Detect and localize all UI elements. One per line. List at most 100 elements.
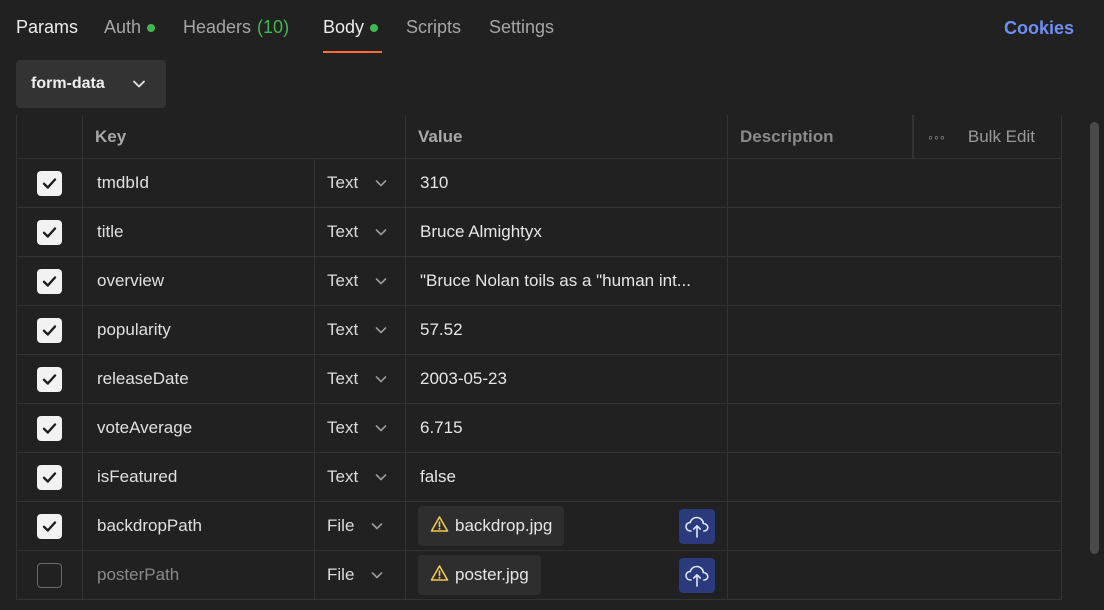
body-mode-label: form-data	[31, 75, 105, 92]
value-text: 6.715	[420, 418, 463, 437]
row-checkbox-cell	[16, 404, 83, 452]
type-dropdown[interactable]: Text	[315, 404, 406, 452]
row-checkbox-cell	[16, 502, 83, 550]
tab-settings[interactable]: Settings	[489, 17, 554, 38]
description-cell[interactable]	[728, 355, 1062, 403]
upload-file-button[interactable]	[679, 509, 715, 544]
file-chip[interactable]: backdrop.jpg	[418, 506, 565, 546]
value-cell[interactable]: "Bruce Nolan toils as a "human int...	[406, 257, 728, 305]
checkmark-icon	[41, 371, 58, 388]
bulk-edit-button[interactable]: ◦◦◦ Bulk Edit	[913, 115, 1062, 158]
row-checkbox[interactable]	[37, 170, 62, 196]
upload-file-button[interactable]	[679, 558, 715, 593]
description-cell[interactable]	[728, 453, 1062, 501]
cloud-upload-icon	[684, 564, 710, 588]
row-checkbox[interactable]	[37, 219, 62, 245]
key-cell[interactable]: backdropPath	[83, 502, 315, 550]
key-cell[interactable]: isFeatured	[83, 453, 315, 501]
type-label: Text	[327, 320, 359, 339]
value-cell[interactable]: 57.52	[406, 306, 728, 354]
bulk-edit-label: Bulk Edit	[967, 126, 1035, 146]
chevron-down-icon	[374, 225, 388, 239]
description-cell[interactable]	[728, 306, 1062, 354]
value-text: 310	[420, 173, 449, 192]
tab-auth[interactable]: Auth	[104, 17, 156, 38]
vertical-scrollbar[interactable]	[1090, 122, 1099, 554]
checkmark-icon	[41, 224, 58, 241]
key-cell[interactable]: voteAverage	[83, 404, 315, 452]
table-row: posterPath File poster.jpg	[16, 551, 1062, 600]
chevron-down-icon	[374, 274, 388, 288]
type-dropdown[interactable]: File	[315, 551, 406, 599]
tab-params[interactable]: Params	[16, 17, 78, 38]
headers-count: (10)	[257, 17, 290, 37]
key-cell[interactable]: releaseDate	[83, 355, 315, 403]
value-cell[interactable]: false	[406, 453, 728, 501]
type-label: Text	[327, 467, 359, 486]
row-checkbox[interactable]	[37, 268, 62, 294]
description-cell[interactable]	[728, 551, 1062, 599]
description-cell[interactable]	[728, 502, 1062, 550]
key-cell[interactable]: posterPath	[83, 551, 315, 599]
tab-scripts[interactable]: Scripts	[406, 17, 461, 38]
key-cell[interactable]: tmdbId	[83, 159, 315, 207]
tab-headers[interactable]: Headers (10)	[183, 17, 289, 38]
auth-status-dot	[147, 23, 156, 32]
row-checkbox[interactable]	[37, 464, 62, 490]
value-text: 57.52	[420, 320, 463, 339]
checkmark-icon	[41, 273, 58, 290]
type-label: Text	[327, 173, 359, 192]
row-checkbox-cell	[16, 159, 83, 207]
row-checkbox[interactable]	[37, 366, 62, 392]
type-label: Text	[327, 369, 359, 388]
key-cell[interactable]: title	[83, 208, 315, 256]
row-checkbox[interactable]	[37, 415, 62, 441]
value-text: Bruce Almightyx	[420, 222, 542, 241]
chevron-down-icon	[374, 323, 388, 337]
table-row: tmdbId Text 310	[16, 159, 1062, 208]
chevron-down-icon	[370, 519, 384, 533]
value-cell[interactable]: backdrop.jpg	[406, 502, 728, 550]
value-cell[interactable]: 310	[406, 159, 728, 207]
checkmark-icon	[41, 322, 58, 339]
chevron-down-icon	[374, 372, 388, 386]
tab-body-label: Body	[323, 17, 365, 37]
value-cell[interactable]: 6.715	[406, 404, 728, 452]
value-cell[interactable]: Bruce Almightyx	[406, 208, 728, 256]
row-checkbox-cell	[16, 355, 83, 403]
chevron-down-icon	[370, 568, 384, 582]
type-dropdown[interactable]: Text	[315, 453, 406, 501]
file-chip[interactable]: poster.jpg	[418, 555, 541, 595]
key-cell[interactable]: popularity	[83, 306, 315, 354]
body-mode-dropdown[interactable]: form-data	[16, 60, 166, 108]
table-row: releaseDate Text 2003-05-23	[16, 355, 1062, 404]
row-checkbox-cell	[16, 208, 83, 256]
type-dropdown[interactable]: Text	[315, 159, 406, 207]
value-cell[interactable]: 2003-05-23	[406, 355, 728, 403]
tab-body[interactable]: Body	[323, 17, 379, 38]
type-dropdown[interactable]: Text	[315, 355, 406, 403]
table-row: backdropPath File backdrop.jpg	[16, 502, 1062, 551]
cookies-link[interactable]: Cookies	[1004, 18, 1074, 39]
type-dropdown[interactable]: Text	[315, 257, 406, 305]
type-label: Text	[327, 271, 359, 290]
ellipsis-icon[interactable]: ◦◦◦	[928, 129, 946, 145]
description-cell[interactable]	[728, 208, 1062, 256]
table-row: voteAverage Text 6.715	[16, 404, 1062, 453]
type-label: Text	[327, 418, 359, 437]
description-cell[interactable]	[728, 404, 1062, 452]
type-label: File	[327, 516, 355, 535]
row-checkbox[interactable]	[37, 513, 62, 539]
row-checkbox[interactable]	[37, 317, 62, 343]
description-cell[interactable]	[728, 257, 1062, 305]
header-key: Key	[83, 115, 406, 158]
file-name: backdrop.jpg	[455, 516, 553, 535]
key-cell[interactable]: overview	[83, 257, 315, 305]
value-cell[interactable]: poster.jpg	[406, 551, 728, 599]
type-dropdown[interactable]: File	[315, 502, 406, 550]
form-data-table: Key Value Description ◦◦◦ Bulk Edit tmdb…	[16, 115, 1062, 600]
description-cell[interactable]	[728, 159, 1062, 207]
type-dropdown[interactable]: Text	[315, 306, 406, 354]
row-checkbox[interactable]	[37, 562, 62, 588]
type-dropdown[interactable]: Text	[315, 208, 406, 256]
